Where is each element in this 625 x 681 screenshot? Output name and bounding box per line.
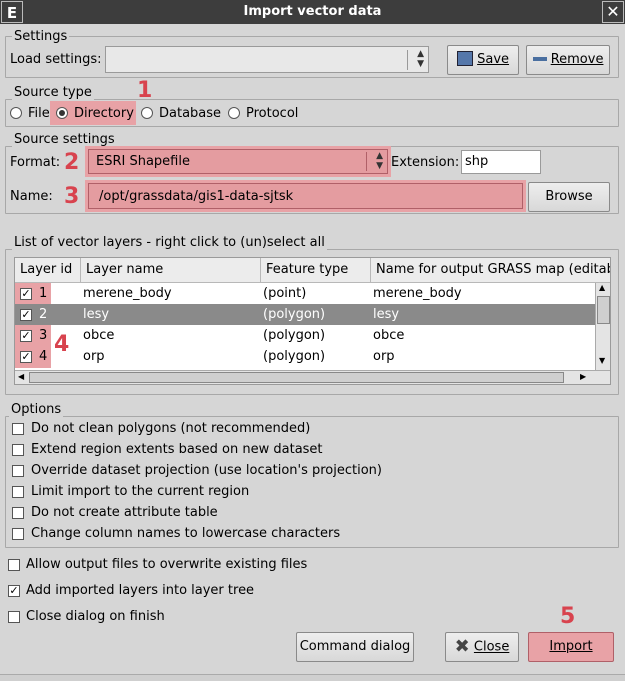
bottom-strip (0, 674, 625, 681)
horizontal-scrollbar[interactable]: ◀ ▶ (15, 370, 610, 384)
close-icon[interactable]: ✕ (602, 1, 624, 23)
scroll-hthumb[interactable] (29, 372, 564, 383)
radio-database-label: Database (159, 106, 222, 121)
window-title: Import vector data (243, 4, 382, 19)
option-label: Extend region extents based on new datas… (31, 442, 323, 457)
option-label: Do not clean polygons (not recommended) (31, 421, 311, 436)
layers-table: Layer id Layer name Feature type Name fo… (14, 257, 611, 385)
name-label: Name: (10, 189, 53, 204)
overwrite-checkbox[interactable] (8, 559, 20, 571)
radio-directory-label: Directory (74, 106, 134, 121)
spin-arrows-icon: ▲ ▼ (417, 49, 424, 69)
scroll-thumb[interactable] (597, 296, 610, 324)
option-label: Limit import to the current region (31, 484, 250, 499)
format-label: Format: (10, 155, 61, 170)
options-group-label: Options (9, 402, 64, 417)
scroll-up-icon[interactable]: ▲ (599, 283, 605, 292)
radio-directory[interactable] (56, 107, 68, 119)
load-settings-label: Load settings: (10, 52, 102, 67)
layers-group-label: List of vector layers - right click to (… (12, 235, 327, 250)
settings-group-label: Settings (12, 29, 70, 44)
column-header-layer-id[interactable]: Layer id (15, 258, 81, 283)
table-row[interactable]: ✓ 2 lesy (polygon) lesy (15, 304, 595, 325)
marker-1: 1 (137, 78, 153, 103)
scroll-right-icon[interactable]: ▶ (580, 372, 586, 381)
add-to-tree-checkbox[interactable]: ✓ (8, 585, 20, 597)
command-dialog-button[interactable]: Command dialog (296, 632, 414, 662)
add-to-tree-label: Add imported layers into layer tree (26, 583, 255, 598)
close-on-finish-checkbox[interactable] (8, 611, 20, 623)
option-checkbox[interactable] (12, 465, 24, 477)
option-label: Change column names to lowercase charact… (31, 526, 341, 541)
close-icon: ✖ (454, 636, 470, 657)
radio-protocol[interactable] (228, 107, 240, 119)
marker-2: 2 (64, 150, 80, 175)
close-on-finish-label: Close dialog on finish (26, 609, 165, 624)
option-checkbox[interactable] (12, 423, 24, 435)
layer-checkbox[interactable]: ✓ (20, 351, 32, 363)
extension-input[interactable]: shp (461, 150, 541, 174)
source-type-group-label: Source type (12, 85, 94, 100)
browse-button[interactable]: Browse (528, 182, 610, 212)
marker-4: 4 (54, 332, 70, 357)
column-header-output-name[interactable]: Name for output GRASS map (editab (371, 258, 610, 283)
option-checkbox[interactable] (12, 444, 24, 456)
format-select[interactable]: ESRI Shapefile ▲ ▼ (88, 149, 388, 174)
extension-label: Extension: (391, 155, 460, 170)
import-button[interactable]: Import (528, 632, 614, 662)
radio-file-label: File (28, 106, 50, 121)
close-button[interactable]: ✖ Close (445, 632, 519, 662)
layer-checkbox[interactable]: ✓ (20, 309, 32, 321)
save-icon (456, 51, 473, 66)
load-settings-select[interactable]: ▲ ▼ (105, 46, 429, 73)
layer-checkbox[interactable]: ✓ (20, 330, 32, 342)
radio-file[interactable] (10, 107, 22, 119)
overwrite-label: Allow output files to overwrite existing… (26, 557, 308, 572)
vertical-scrollbar[interactable]: ▲ ▼ (595, 283, 610, 370)
remove-icon (532, 56, 547, 61)
spin-arrows-icon: ▲ ▼ (376, 151, 383, 171)
table-row[interactable]: ✓ 1 merene_body (point) merene_body (15, 283, 595, 304)
option-checkbox[interactable] (12, 486, 24, 498)
title-bar: E Import vector data ✕ (0, 0, 625, 24)
column-header-feature-type[interactable]: Feature type (261, 258, 371, 283)
source-settings-group-label: Source settings (12, 132, 117, 147)
scroll-left-icon[interactable]: ◀ (18, 372, 24, 381)
column-header-layer-name[interactable]: Layer name (81, 258, 261, 283)
table-row[interactable]: ✓ 3 obce (polygon) obce (15, 325, 595, 346)
scroll-down-icon[interactable]: ▼ (599, 356, 605, 365)
name-input[interactable]: /opt/grassdata/gis1-data-sjtsk (88, 183, 523, 209)
table-row[interactable]: ✓ 4 orp (polygon) orp (15, 346, 595, 367)
layer-checkbox[interactable]: ✓ (20, 288, 32, 300)
option-checkbox[interactable] (12, 528, 24, 540)
option-label: Do not create attribute table (31, 505, 218, 520)
marker-5: 5 (560, 604, 576, 629)
remove-button[interactable]: Remove (526, 45, 610, 75)
radio-protocol-label: Protocol (246, 106, 299, 121)
save-button[interactable]: Save (447, 45, 519, 75)
radio-database[interactable] (141, 107, 153, 119)
option-checkbox[interactable] (12, 507, 24, 519)
marker-3: 3 (64, 184, 80, 209)
option-label: Override dataset projection (use locatio… (31, 463, 382, 478)
